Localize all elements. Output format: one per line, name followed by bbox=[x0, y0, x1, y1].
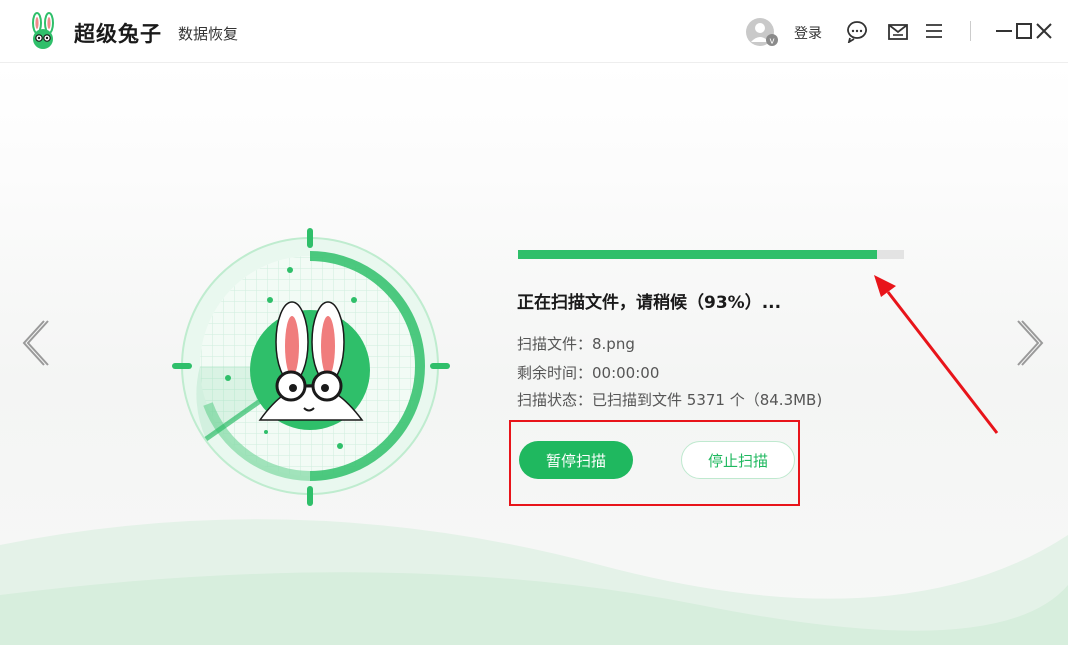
scan-panel bbox=[0, 63, 1068, 645]
scan-progress-bar bbox=[518, 250, 904, 259]
mail-feedback-icon[interactable] bbox=[886, 19, 910, 43]
chat-support-icon[interactable] bbox=[845, 19, 869, 43]
rabbit-logo-icon bbox=[32, 12, 54, 49]
hamburger-menu-icon[interactable] bbox=[922, 19, 946, 43]
scan-radar-illustration bbox=[172, 228, 450, 506]
scan-status-summary: 扫描状态：已扫描到文件 5371 个（84.3MB) bbox=[517, 391, 823, 409]
close-icon[interactable] bbox=[1032, 19, 1056, 43]
background-wave bbox=[0, 519, 1068, 645]
chevron-left-icon[interactable] bbox=[18, 318, 50, 368]
scan-current-file: 扫描文件：8.png bbox=[517, 335, 635, 353]
toolbar-divider bbox=[970, 21, 971, 41]
scan-status-title: 正在扫描文件，请稍候（93%）... bbox=[517, 293, 782, 313]
pause-scan-button[interactable]: 暂停扫描 bbox=[519, 441, 633, 479]
scan-remaining-time: 剩余时间：00:00:00 bbox=[517, 364, 660, 382]
chevron-right-icon[interactable] bbox=[1016, 318, 1048, 368]
svg-text:v: v bbox=[769, 37, 775, 47]
stop-scan-button[interactable]: 停止扫描 bbox=[681, 441, 795, 479]
scan-progress-fill bbox=[518, 250, 877, 259]
user-avatar-icon[interactable]: v bbox=[745, 17, 779, 47]
login-link[interactable]: 登录 bbox=[794, 23, 822, 43]
app-name: 超级兔子 bbox=[74, 21, 162, 46]
title-bar: 超级兔子 数据恢复 v 登录 bbox=[0, 0, 1068, 63]
app-subtitle: 数据恢复 bbox=[178, 25, 239, 43]
